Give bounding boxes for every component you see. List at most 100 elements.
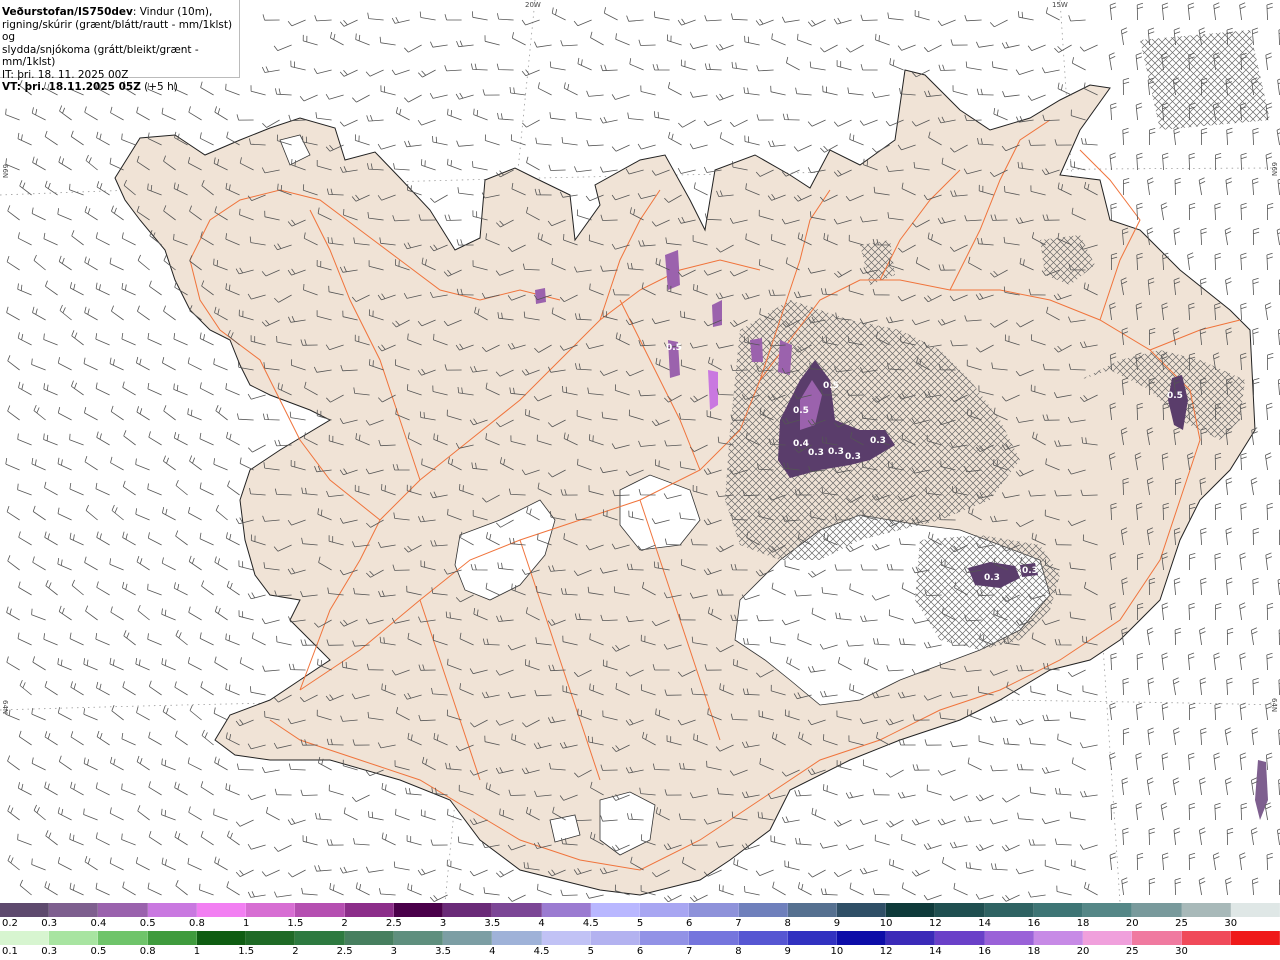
scale-label: 0.5	[90, 946, 107, 957]
scale-label: 3	[439, 918, 447, 929]
scale-label: 0.5	[139, 918, 156, 929]
precip-label: 0.4	[793, 439, 809, 449]
scale-swatch	[49, 903, 99, 917]
scale-label: 14	[978, 918, 991, 929]
scale-swatch	[1181, 903, 1231, 917]
scale-label: 10	[830, 946, 844, 957]
scale-swatch	[590, 903, 641, 917]
scale-swatch	[295, 903, 345, 917]
scale-swatch	[738, 903, 788, 917]
scale-label: 4	[489, 946, 496, 957]
scale-swatch	[1033, 903, 1084, 917]
scale-swatch	[886, 931, 936, 945]
map-description-line3: slydda/snjókoma (grátt/bleikt/grænt - mm…	[2, 43, 199, 69]
lat-label-66n-right: 66N	[1270, 162, 1278, 177]
scale-swatch	[541, 931, 591, 945]
lat-label-64n-left: 64N	[1, 700, 9, 715]
scale-swatch	[1132, 931, 1182, 945]
scale-label: 7	[686, 946, 693, 957]
scale-label: 20	[1076, 946, 1090, 957]
scale-label: 0.8	[188, 918, 205, 929]
snow-color-scale: 0.2 0.3 0.4 0.5 0.8 1 1.5 2 2.5 3 3.5 4 4.5 5 6 7 8 9 10 12…	[0, 903, 1280, 931]
scale-label: 5	[587, 946, 594, 957]
scale-label: 10	[879, 918, 893, 929]
lon-label-15w: 15W	[1052, 1, 1068, 9]
scale-label: 0.1	[2, 946, 18, 957]
scale-label: 0.3	[41, 918, 58, 929]
precip-label: 0.3	[808, 448, 824, 458]
scale-label: 2	[341, 918, 348, 929]
scale-label: 14	[929, 946, 942, 957]
scale-swatch	[344, 931, 394, 945]
lat-label-64n-right: 64N	[1270, 698, 1278, 713]
scale-swatch	[98, 931, 148, 945]
scale-swatch	[443, 931, 493, 945]
scale-label: 1	[242, 918, 250, 929]
precip-label: 0.3	[984, 573, 1000, 583]
valid-offset: (+5 h)	[140, 81, 178, 93]
scale-swatch	[246, 903, 296, 917]
precip-label: 0.5	[666, 343, 682, 353]
map-header: Veðurstofan/IS750dev: Vindur (10m), rign…	[0, 0, 240, 93]
scale-swatch	[492, 903, 542, 917]
map-description-line2: rigning/skúrir (grænt/blátt/rautt - mm/1…	[2, 18, 233, 44]
scale-label: 0.8	[139, 946, 156, 957]
scale-swatch	[935, 903, 985, 917]
scale-label: 1.5	[238, 946, 255, 957]
scale-swatch	[836, 903, 887, 917]
scale-label: 30	[1175, 946, 1188, 957]
scale-swatch	[640, 903, 690, 917]
scale-label: 4	[538, 918, 545, 929]
scale-swatch	[0, 931, 50, 945]
scale-label: 3.5	[484, 918, 501, 929]
scale-label: 3.5	[435, 946, 452, 957]
scale-label: 9	[784, 946, 791, 957]
scale-label: 0.3	[41, 946, 58, 957]
scale-label: 0.4	[90, 918, 107, 929]
scale-swatch	[492, 931, 542, 945]
scale-swatch	[935, 931, 985, 945]
scale-swatch	[49, 931, 99, 945]
rain-color-scale: 0.1 0.3 0.5 0.8 1 1.5 2 2.5 3 3.5 4 4.5 5 6 7 8 9 10 12 14 1…	[0, 931, 1280, 959]
scale-label: 18	[1076, 918, 1090, 929]
scale-label: 2.5	[336, 946, 353, 957]
precip-label: 0.5	[793, 406, 809, 416]
lon-label-20w: 20W	[525, 1, 541, 9]
scale-label: 1.5	[287, 918, 304, 929]
scale-swatch	[98, 903, 148, 917]
scale-label: 16	[1027, 918, 1041, 929]
scale-label: 12	[929, 918, 942, 929]
scale-swatch	[246, 931, 296, 945]
scale-label: 0.2	[2, 918, 18, 929]
scale-swatch	[344, 903, 394, 917]
scale-swatch	[196, 931, 247, 945]
scale-label: 30	[1224, 918, 1238, 929]
scale-label: 16	[978, 946, 991, 957]
precip-label: 0.3	[828, 447, 844, 457]
precip-label: 0.3	[1022, 566, 1038, 576]
scale-label: 3	[390, 946, 398, 957]
weather-map: 0.5 0.5 0.4 0.3 0.3 0.3 0.3 0.5 0.3 0.3 …	[0, 0, 1280, 902]
scale-label: 4.5	[533, 946, 550, 957]
scale-label: 25	[1175, 918, 1188, 929]
scale-label: 2.5	[385, 918, 402, 929]
scale-swatch	[689, 903, 739, 917]
valid-time: VT: þri. 18.11.2025 05Z	[2, 81, 141, 93]
scale-swatch	[590, 931, 641, 945]
scale-swatch	[443, 903, 493, 917]
scale-swatch	[147, 903, 197, 917]
scale-label: 18	[1027, 946, 1041, 957]
scale-label: 8	[784, 918, 791, 929]
scale-swatch	[1230, 903, 1280, 917]
scale-swatch	[147, 931, 197, 945]
precip-label: 0.5	[1167, 391, 1183, 401]
scale-label: 1	[193, 946, 201, 957]
scale-label: 12	[879, 946, 893, 957]
scale-swatch	[1083, 931, 1133, 945]
scale-label: 6	[686, 918, 693, 929]
scale-swatch	[541, 903, 591, 917]
scale-label: 2	[292, 946, 299, 957]
scale-swatch	[196, 903, 247, 917]
scale-label: 6	[636, 946, 644, 957]
scale-swatch	[393, 903, 444, 917]
